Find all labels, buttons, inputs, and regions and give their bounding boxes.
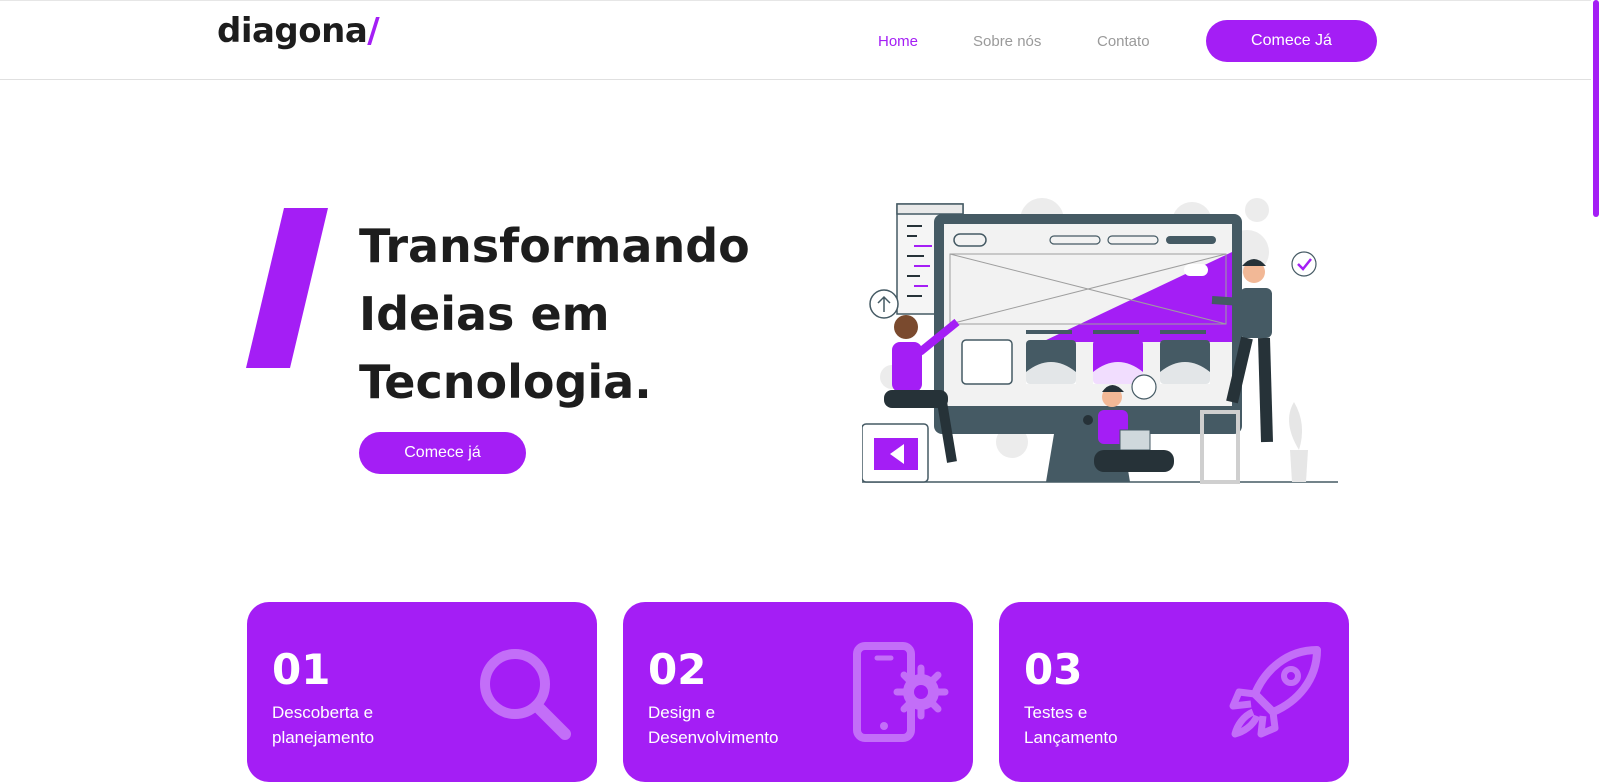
step-card-3: 03 Testes e Lançamento	[999, 602, 1349, 782]
hero-title: Transformando Ideias em Tecnologia.	[359, 212, 799, 416]
scrollbar-track[interactable]	[1591, 0, 1600, 774]
step-card-2: 02 Design e Desenvolvimento	[623, 602, 973, 782]
nav-link-sobre-nos[interactable]: Sobre nós	[973, 33, 1041, 50]
nav-link-home[interactable]: Home	[878, 33, 918, 50]
step-number: 02	[648, 645, 707, 694]
hero-title-line-2: Ideias em	[359, 287, 610, 341]
step-label: Design e Desenvolvimento	[648, 700, 848, 750]
mobile-settings-icon	[853, 642, 949, 742]
site-header: diagona/ Home Sobre nós Contato Comece J…	[0, 0, 1591, 80]
step-number: 01	[272, 645, 331, 694]
step-card-1: 01 Descoberta e planejamento	[247, 602, 597, 782]
scrollbar-thumb[interactable]	[1593, 0, 1599, 217]
step-label: Descoberta e planejamento	[272, 700, 472, 750]
logo-slash: /	[367, 11, 380, 51]
step-label-line-1: Design e	[648, 703, 716, 722]
rocket-icon	[1229, 646, 1321, 738]
search-icon	[480, 649, 571, 740]
monitor	[934, 214, 1242, 482]
logo-text: diagona	[217, 11, 368, 51]
hero-slash-decoration	[246, 208, 328, 368]
hero-cta-button[interactable]: Comece já	[359, 432, 526, 474]
header-cta-button[interactable]: Comece Já	[1206, 20, 1377, 62]
logo[interactable]: diagona/	[217, 11, 380, 51]
step-label-line-2: planejamento	[272, 728, 375, 747]
step-label-line-2: Desenvolvimento	[648, 728, 779, 747]
step-label-line-1: Descoberta e	[272, 703, 374, 722]
hero-title-line-3: Tecnologia.	[359, 355, 652, 409]
nav-link-contato[interactable]: Contato	[1097, 33, 1150, 50]
step-label: Testes e Lançamento	[1024, 700, 1224, 750]
step-number: 03	[1024, 645, 1083, 694]
hero-title-line-1: Transformando	[359, 219, 750, 273]
step-label-line-1: Testes e	[1024, 703, 1088, 722]
team-illustration	[862, 198, 1338, 484]
step-label-line-2: Lançamento	[1024, 728, 1118, 747]
